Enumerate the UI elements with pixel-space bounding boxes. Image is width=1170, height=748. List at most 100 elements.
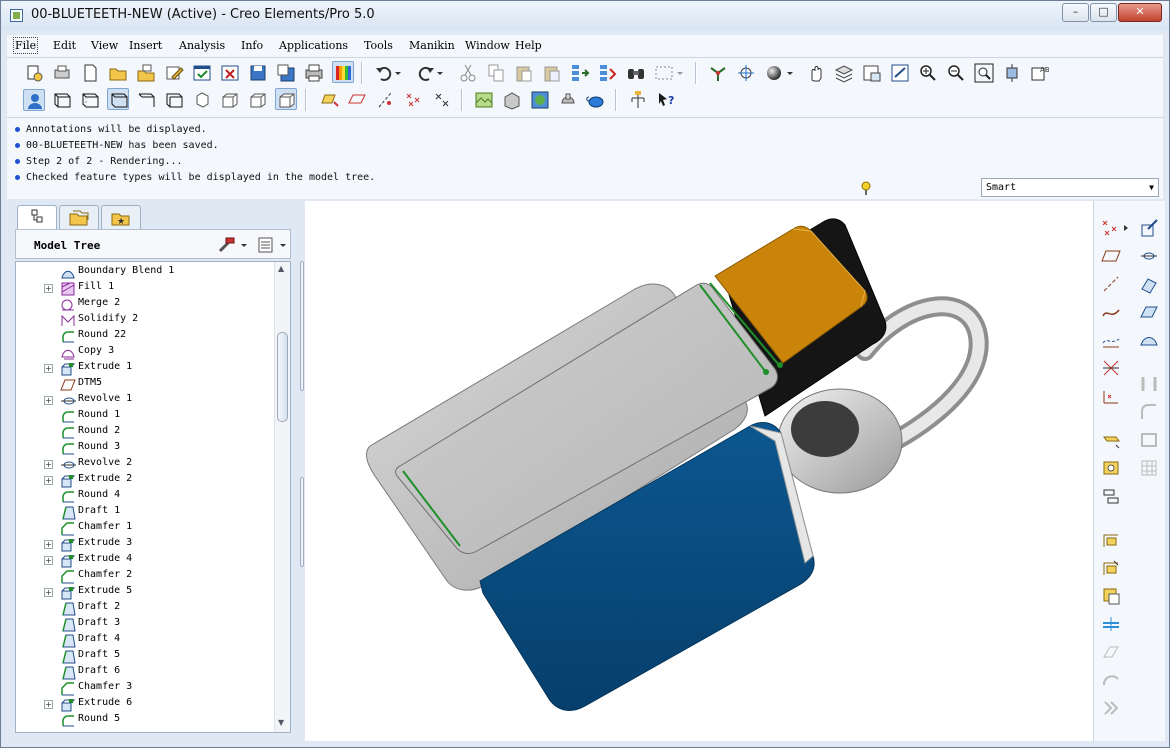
new-file-icon[interactable]	[79, 62, 101, 84]
tree-item[interactable]: Round 2	[16, 424, 271, 440]
collapse-handle[interactable]	[300, 477, 304, 567]
environment-globe-icon[interactable]	[529, 89, 551, 111]
hole-tool-icon[interactable]	[1100, 457, 1122, 479]
thicken-tool-icon[interactable]	[1100, 641, 1122, 663]
solidify-tool-icon[interactable]	[1100, 669, 1122, 691]
menu-window[interactable]: Window	[465, 39, 510, 52]
paste-special-icon[interactable]	[541, 62, 563, 84]
tree-item[interactable]: + Extrude 3	[16, 536, 271, 552]
undo-dropdown-icon[interactable]	[393, 62, 403, 84]
status-light-icon[interactable]	[859, 178, 873, 196]
tree-item[interactable]: + Extrude 6	[16, 696, 271, 712]
color-appearance-icon[interactable]	[332, 61, 354, 83]
expand-icon[interactable]: +	[44, 588, 53, 597]
model-tree-structure-icon[interactable]	[627, 89, 649, 111]
find-binoculars-icon[interactable]	[625, 62, 647, 84]
view-default-icon[interactable]	[191, 89, 213, 111]
menu-view[interactable]: View	[91, 39, 118, 52]
menu-file[interactable]: File	[12, 37, 39, 54]
menu-analysis[interactable]: Analysis	[179, 39, 225, 52]
extrude-tool-icon[interactable]	[1100, 429, 1122, 451]
lights-icon[interactable]	[557, 89, 579, 111]
datum-point-flyout-icon[interactable]	[1122, 217, 1130, 239]
redo-icon[interactable]	[415, 62, 437, 84]
datum-curve-tool-icon[interactable]	[1100, 301, 1122, 323]
tree-item[interactable]: + Revolve 2	[16, 456, 271, 472]
tree-item[interactable]: Draft 3	[16, 616, 271, 632]
expand-icon[interactable]: +	[44, 556, 53, 565]
csys-display-icon[interactable]	[431, 89, 453, 111]
regenerate-icon[interactable]	[569, 62, 591, 84]
tab-favorites[interactable]: ★	[101, 205, 141, 229]
activate-window-icon[interactable]	[191, 62, 213, 84]
shell-tool-icon[interactable]	[1138, 429, 1160, 451]
zoom-out-icon[interactable]	[945, 62, 967, 84]
round-tool-icon[interactable]	[1138, 401, 1160, 423]
expand-icon[interactable]: +	[44, 396, 53, 405]
datum-plane-display-icon[interactable]	[319, 89, 341, 111]
tree-item[interactable]: + Extrude 1	[16, 360, 271, 376]
revolve-tool-icon[interactable]	[1138, 245, 1160, 267]
tree-item[interactable]: Draft 5	[16, 648, 271, 664]
pattern-tool-icon[interactable]	[1138, 457, 1160, 479]
tree-item[interactable]: Round 3	[16, 440, 271, 456]
app-icon[interactable]	[10, 9, 23, 22]
tree-item[interactable]: + Extrude 4	[16, 552, 271, 568]
tree-item[interactable]: + Fill 1	[16, 280, 271, 296]
select-dropdown-icon[interactable]	[675, 62, 685, 84]
tree-item[interactable]: Round 4	[16, 488, 271, 504]
graphics-window[interactable]	[305, 201, 1093, 741]
trim-tool-icon[interactable]	[1100, 557, 1122, 579]
datum-point-display-icon[interactable]	[403, 89, 425, 111]
datum-csys-tool-icon[interactable]	[1100, 385, 1122, 407]
edit-file-icon[interactable]	[163, 62, 185, 84]
selection-filter-select[interactable]: Smart ▼	[981, 178, 1159, 197]
datum-plane-tool-icon[interactable]	[1100, 245, 1122, 267]
print-icon[interactable]	[303, 62, 325, 84]
menu-applications[interactable]: Applications	[279, 39, 348, 52]
save-icon[interactable]	[247, 62, 269, 84]
tab-model-tree[interactable]	[17, 205, 57, 229]
tree-item[interactable]: Round 1	[16, 408, 271, 424]
tree-settings-dropdown-icon[interactable]	[239, 235, 249, 255]
tree-item[interactable]: Draft 4	[16, 632, 271, 648]
tree-item[interactable]: Round 5	[16, 712, 271, 728]
tree-item[interactable]: DTM5	[16, 376, 271, 392]
curve-from-cross-section-icon[interactable]	[1100, 329, 1122, 351]
wireframe-icon[interactable]	[51, 89, 73, 111]
tree-item[interactable]: + Extrude 2	[16, 472, 271, 488]
menu-tools[interactable]: Tools	[364, 39, 393, 52]
close-button[interactable]: ✕	[1118, 3, 1162, 22]
expand-icon[interactable]: +	[44, 284, 53, 293]
sweep-tool-icon[interactable]	[1138, 273, 1160, 295]
tree-item[interactable]: Round 22	[16, 328, 271, 344]
tree-item[interactable]: Chamfer 1	[16, 520, 271, 536]
expand-icon[interactable]: +	[44, 540, 53, 549]
view-isometric-icon[interactable]	[275, 88, 297, 110]
close-window-icon[interactable]	[219, 62, 241, 84]
tree-columns-icon[interactable]	[256, 235, 276, 255]
view-front-icon[interactable]	[219, 89, 241, 111]
undo-icon[interactable]	[373, 62, 395, 84]
scene-icon[interactable]	[473, 89, 495, 111]
scroll-thumb[interactable]	[277, 332, 288, 422]
tree-item[interactable]: Draft 1	[16, 504, 271, 520]
tree-columns-dropdown-icon[interactable]	[278, 235, 288, 255]
expand-icon[interactable]: +	[44, 460, 53, 469]
pan-hand-icon[interactable]	[805, 62, 827, 84]
scroll-up-icon[interactable]: ▲	[278, 264, 284, 273]
tree-item[interactable]: Draft 6	[16, 664, 271, 680]
tree-item[interactable]: Solidify 2	[16, 312, 271, 328]
copy-icon[interactable]	[485, 62, 507, 84]
zoom-in-icon[interactable]	[917, 62, 939, 84]
select-box-icon[interactable]	[653, 62, 675, 84]
expand-icon[interactable]: +	[44, 476, 53, 485]
user-avatar-icon[interactable]	[23, 89, 45, 111]
tree-item[interactable]: + Extrude 5	[16, 584, 271, 600]
intersect-tool-icon[interactable]	[1100, 357, 1122, 379]
view-top-icon[interactable]	[247, 89, 269, 111]
spin-center-icon[interactable]	[735, 62, 757, 84]
open-multiple-icon[interactable]	[135, 62, 157, 84]
new-session-icon[interactable]	[23, 62, 45, 84]
layers-icon[interactable]	[833, 62, 855, 84]
